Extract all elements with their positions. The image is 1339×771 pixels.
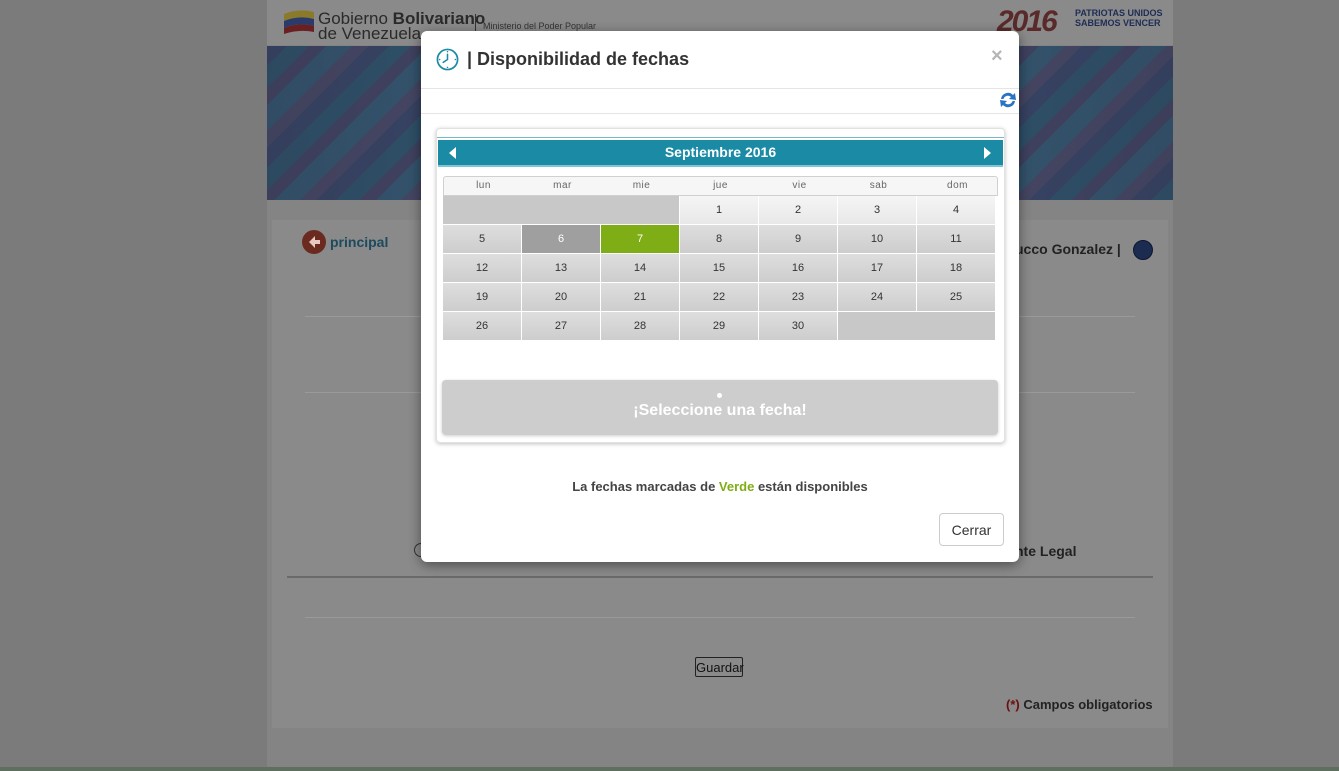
calendar-day-14[interactable]: 14 bbox=[601, 254, 679, 282]
calendar-week-row: 12 13 14 15 16 17 18 bbox=[443, 254, 998, 283]
calendar-day-16[interactable]: 16 bbox=[759, 254, 837, 282]
calendar-widget: Septiembre 2016 lun mar mie jue vie sab dom 12… bbox=[436, 128, 1005, 443]
calendar-grid: lun mar mie jue vie sab dom 1 2 3 4 5 6 7 8 9 10 11 12 13 1… bbox=[443, 176, 998, 341]
venezuela-flag-icon bbox=[284, 10, 314, 34]
brand-slogan: PATRIOTAS UNIDOS SABEMOS VENCER bbox=[1075, 8, 1163, 28]
close-icon[interactable]: × bbox=[991, 45, 1003, 68]
calendar-day-18[interactable]: 18 bbox=[917, 254, 995, 282]
weekday-label: mie bbox=[632, 180, 651, 191]
legal-representative-label: nte Legal bbox=[1015, 543, 1077, 559]
modal-header: | Disponibilidad de fechas × bbox=[421, 31, 1019, 89]
weekday-header-row: lun mar mie jue vie sab dom bbox=[443, 176, 998, 196]
modal-toolbar bbox=[421, 88, 1019, 114]
calendar-day-25[interactable]: 25 bbox=[917, 283, 995, 311]
calendar-week-row: 19 20 21 22 23 24 25 bbox=[443, 283, 998, 312]
required-fields-note: (*) Campos obligatorios bbox=[1006, 697, 1153, 712]
clock-icon bbox=[436, 48, 459, 71]
logout-icon[interactable] bbox=[1133, 240, 1153, 260]
select-date-text: ¡Seleccione una fecha! bbox=[633, 402, 807, 419]
calendar-day-20[interactable]: 20 bbox=[522, 283, 600, 311]
weekday-label: sab bbox=[869, 180, 888, 191]
availability-legend: La fechas marcadas de Verde están dispon… bbox=[572, 479, 868, 494]
close-button[interactable]: Cerrar bbox=[939, 513, 1004, 546]
ministry-label: Ministerio del Poder Popular bbox=[483, 21, 597, 31]
calendar-day-23[interactable]: 23 bbox=[759, 283, 837, 311]
weekday-label: jue bbox=[713, 180, 728, 191]
calendar-day-19[interactable]: 19 bbox=[443, 283, 521, 311]
calendar-day-7[interactable]: 7 bbox=[601, 225, 679, 253]
calendar-day-4[interactable]: 4 bbox=[917, 196, 995, 224]
prev-month-icon[interactable] bbox=[449, 147, 456, 159]
calendar-day-11[interactable]: 11 bbox=[917, 225, 995, 253]
user-name-label: ucco Gonzalez | bbox=[1015, 241, 1121, 257]
back-arrow-icon[interactable] bbox=[302, 230, 326, 254]
calendar-day-27[interactable]: 27 bbox=[522, 312, 600, 340]
calendar-day-12[interactable]: 12 bbox=[443, 254, 521, 282]
calendar-empty-cell bbox=[838, 312, 995, 340]
weekday-label: dom bbox=[947, 180, 968, 191]
calendar-day-5[interactable]: 5 bbox=[443, 225, 521, 253]
calendar-top-line bbox=[437, 137, 1004, 138]
calendar-day-22[interactable]: 22 bbox=[680, 283, 758, 311]
select-date-prompt: ¡Seleccione una fecha! bbox=[442, 380, 998, 435]
calendar-day-1[interactable]: 1 bbox=[680, 196, 758, 224]
prompt-dot bbox=[717, 393, 722, 398]
calendar-day-26[interactable]: 26 bbox=[443, 312, 521, 340]
calendar-day-28[interactable]: 28 bbox=[601, 312, 679, 340]
weekday-label: lun bbox=[476, 180, 491, 191]
calendar-day-21[interactable]: 21 bbox=[601, 283, 679, 311]
bottom-strip bbox=[0, 767, 1339, 771]
calendar-empty-cell bbox=[443, 196, 679, 224]
weekday-label: mar bbox=[553, 180, 572, 191]
calendar-day-3[interactable]: 3 bbox=[838, 196, 916, 224]
weekday-label: vie bbox=[792, 180, 807, 191]
next-month-icon[interactable] bbox=[984, 147, 991, 159]
calendar-day-29[interactable]: 29 bbox=[680, 312, 758, 340]
calendar-day-8[interactable]: 8 bbox=[680, 225, 758, 253]
refresh-icon[interactable] bbox=[997, 89, 1019, 111]
form-divider bbox=[305, 617, 1135, 618]
calendar-day-10[interactable]: 10 bbox=[838, 225, 916, 253]
calendar-month-label: Septiembre 2016 bbox=[664, 144, 777, 160]
modal-title: | Disponibilidad de fechas bbox=[467, 49, 690, 69]
calendar-day-9[interactable]: 9 bbox=[759, 225, 837, 253]
calendar-day-15[interactable]: 15 bbox=[680, 254, 758, 282]
calendar-day-13[interactable]: 13 bbox=[522, 254, 600, 282]
calendar-day-17[interactable]: 17 bbox=[838, 254, 916, 282]
calendar-week-row: 1234 bbox=[443, 196, 998, 225]
calendar-week-row: 5 6 7 8 9 10 11 bbox=[443, 225, 998, 254]
back-to-main-link[interactable]: principal bbox=[330, 234, 388, 250]
calendar-day-2[interactable]: 2 bbox=[759, 196, 837, 224]
calendar-day-24[interactable]: 24 bbox=[838, 283, 916, 311]
calendar-day-30[interactable]: 30 bbox=[759, 312, 837, 340]
section-divider bbox=[287, 576, 1153, 578]
calendar-header: Septiembre 2016 bbox=[438, 140, 1003, 167]
date-availability-modal: | Disponibilidad de fechas × Septiembre … bbox=[421, 31, 1019, 562]
calendar-day-6[interactable]: 6 bbox=[522, 225, 600, 253]
save-button[interactable]: Guardar bbox=[695, 657, 744, 677]
calendar-week-row: 26 27 28 29 30 bbox=[443, 312, 998, 341]
